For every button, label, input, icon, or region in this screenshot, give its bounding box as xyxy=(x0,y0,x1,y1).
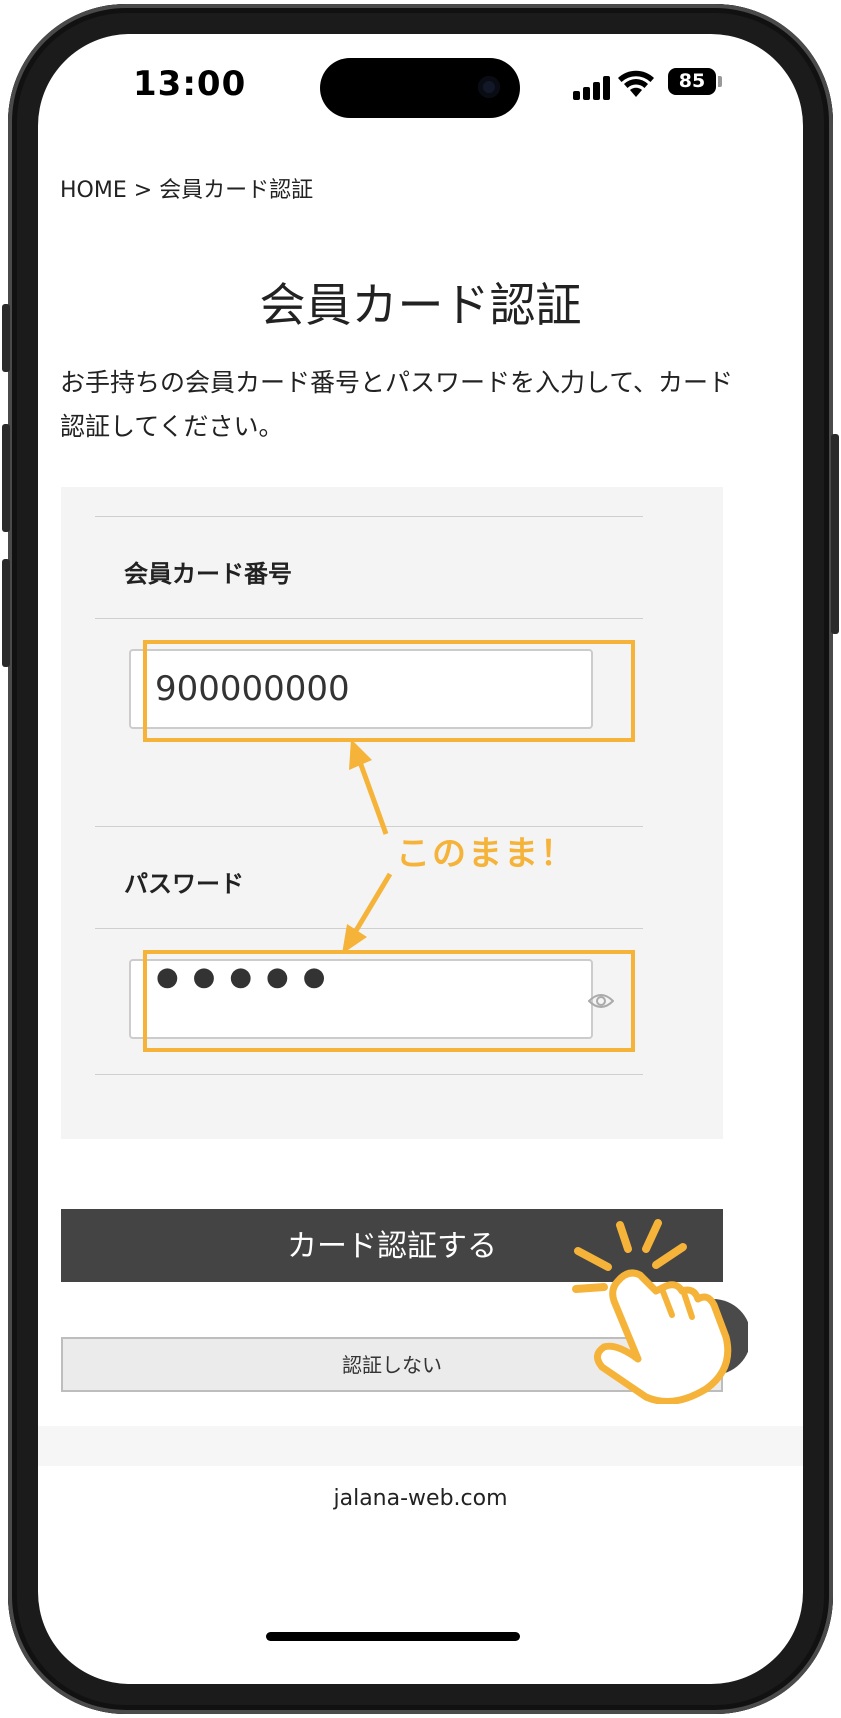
phone-frame: 13:00 85 HOME > 会員カード認証 会員カード認証 お手持ちの会員カ… xyxy=(2,4,839,1714)
action-button xyxy=(2,304,10,372)
annotation-text: このまま！ xyxy=(396,834,576,874)
tap-hand-icon xyxy=(572,1219,748,1404)
volume-up-button xyxy=(2,424,10,532)
volume-down-button xyxy=(2,559,10,667)
home-indicator xyxy=(266,1632,520,1641)
footer-bar xyxy=(38,1426,803,1466)
power-button xyxy=(831,434,839,634)
footer-url[interactable]: jalana-web.com xyxy=(38,1486,803,1511)
screen: 13:00 85 HOME > 会員カード認証 会員カード認証 お手持ちの会員カ… xyxy=(38,34,803,1684)
